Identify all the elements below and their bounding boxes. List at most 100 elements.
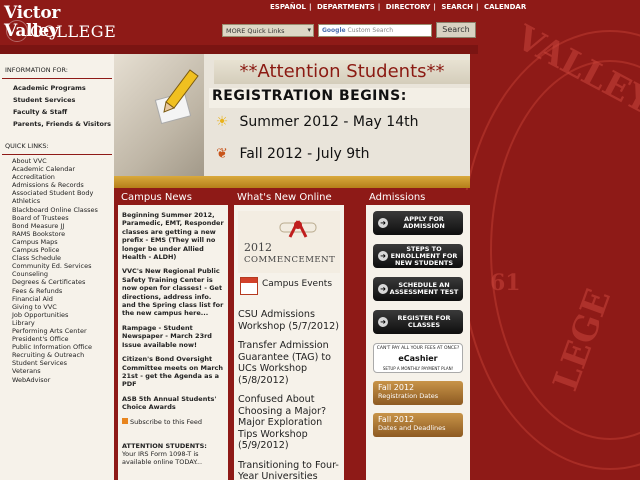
pencil-icon [154, 69, 199, 125]
news-item[interactable]: ASB 5th Annual Students' Choice Awards [122, 395, 224, 412]
quick-link[interactable]: WebAdvisor [0, 376, 114, 384]
quick-links-list: About VVC Academic Calendar Accreditatio… [0, 155, 114, 384]
rss-icon [122, 417, 128, 424]
search-placeholder: Custom Search [347, 27, 394, 34]
whats-new-heading: What's New Online [234, 190, 344, 205]
commencement-banner[interactable]: 2012 COMMENCEMENT [238, 211, 340, 273]
sidebar-link-faculty-staff[interactable]: Faculty & Staff [0, 106, 114, 118]
quick-links-select-label: MORE Quick Links [226, 27, 285, 35]
nav-link-search[interactable]: SEARCH [441, 3, 473, 11]
nav-link-calendar[interactable]: CALENDAR [484, 3, 526, 11]
commencement-label: COMMENCEMENT [244, 255, 336, 265]
quick-link[interactable]: Academic Calendar [0, 165, 114, 173]
campus-events-link[interactable]: Campus Events [238, 277, 340, 299]
quick-link[interactable]: Class Schedule [0, 254, 114, 262]
attention-students-heading: **Attention Students** [214, 60, 470, 84]
info-links: Academic Programs Student Services Facul… [0, 79, 114, 130]
fall-reg-subtitle: Registration Dates [378, 392, 439, 400]
fall-dates-deadlines-button[interactable]: Fall 2012 Dates and Deadlines [373, 413, 463, 437]
whats-new-column: What's New Online 2012 COMMENCEMENT Camp… [234, 190, 344, 480]
ecashier-name: eCashier [398, 354, 438, 363]
search-input[interactable]: Google Custom Search [318, 24, 432, 37]
quick-links-select[interactable]: MORE Quick Links ▾ [222, 24, 314, 37]
quick-link[interactable]: Blackboard Online Classes [0, 206, 114, 214]
sidebar-link-parents-friends[interactable]: Parents, Friends & Visitors [0, 118, 114, 130]
apply-for-admission-button[interactable]: ➜ APPLY FOR ADMISSION [373, 211, 463, 235]
news-item[interactable]: VVC's New Regional Public Safety Trainin… [122, 267, 224, 317]
event-item[interactable]: Confused About Choosing a Major? Major E… [238, 394, 340, 452]
background-year: 61 [490, 270, 521, 296]
fall-registration-dates-button[interactable]: Fall 2012 Registration Dates [373, 381, 463, 405]
search-button[interactable]: Search [436, 22, 476, 38]
quick-link[interactable]: Library [0, 319, 114, 327]
ecashier-top-text: CAN'T PAY ALL YOUR FEES AT ONCE? [376, 346, 460, 351]
campus-news-heading: Campus News [118, 190, 228, 205]
arrow-right-icon: ➜ [378, 317, 388, 327]
sun-icon: ☀ [215, 114, 229, 130]
quick-link[interactable]: Admissions & Records [0, 181, 114, 189]
quick-link[interactable]: Degrees & Certificates [0, 278, 114, 286]
sidebar-link-student-services[interactable]: Student Services [0, 94, 114, 106]
quick-link[interactable]: Veterans [0, 367, 114, 375]
admissions-heading: Admissions [366, 190, 470, 205]
summer-registration-row: ☀ Summer 2012 - May 14th [209, 114, 419, 130]
quick-link[interactable]: Performing Arts Center [0, 327, 114, 335]
quick-link[interactable]: Financial Aid [0, 295, 114, 303]
quick-link[interactable]: Community Ed. Services [0, 262, 114, 270]
ecashier-bottom-text: SETUP A MONTHLY PAYMENT PLAN! [382, 366, 454, 371]
fall-dead-subtitle: Dates and Deadlines [378, 424, 446, 432]
quick-link[interactable]: Bond Measure JJ [0, 222, 114, 230]
quick-link[interactable]: RAMS Bookstore [0, 230, 114, 238]
commencement-year: 2012 [244, 241, 272, 254]
nav-link-directory[interactable]: DIRECTORY [386, 3, 431, 11]
quick-link[interactable]: President's Office [0, 335, 114, 343]
event-item[interactable]: Transitioning to Four-Year Universities [238, 460, 340, 480]
steps-to-enrollment-button[interactable]: ➜ STEPS TO ENROLLMENT FOR NEW STUDENTS [373, 244, 463, 268]
fall-registration-row: ❦ Fall 2012 - July 9th [209, 146, 369, 162]
quick-link[interactable]: Public Information Office [0, 343, 114, 351]
news-item[interactable]: Rampage - Student Newspaper - March 23rd… [122, 324, 224, 349]
event-item[interactable]: CSU Admissions Workshop (5/7/2012) [238, 309, 340, 332]
banner-gold-bar [114, 176, 470, 188]
leaf-icon: ❦ [216, 146, 228, 162]
logo-text-college: COLLEGE [30, 22, 117, 41]
quick-link[interactable]: Student Services [0, 359, 114, 367]
register-for-classes-button[interactable]: ➜ REGISTER FOR CLASSES [373, 310, 463, 334]
info-heading: INFORMATION FOR: [2, 54, 112, 79]
quick-link[interactable]: Giving to VVC [0, 303, 114, 311]
quick-link[interactable]: Accreditation [0, 173, 114, 181]
fall-dead-title: Fall 2012 [378, 415, 415, 424]
event-item[interactable]: Transfer Admission Guarantee (TAG) to UC… [238, 340, 340, 386]
irs-form-notice[interactable]: Your IRS Form 1098-T is available online… [122, 450, 224, 466]
news-item[interactable]: Citizen's Bond Oversight Committee meets… [122, 355, 224, 389]
quick-link[interactable]: Counseling [0, 270, 114, 278]
quick-link[interactable]: Job Opportunities [0, 311, 114, 319]
rss-subscribe-link[interactable]: Subscribe to this Feed [122, 417, 224, 426]
college-logo[interactable]: Victor Valley COLLEGE [4, 4, 116, 44]
quick-link[interactable]: Recruiting & Outreach [0, 351, 114, 359]
left-sidebar: INFORMATION FOR: Academic Programs Stude… [0, 54, 114, 480]
quick-link[interactable]: Athletics [0, 197, 114, 205]
sidebar-link-academic-programs[interactable]: Academic Programs [0, 82, 114, 94]
quick-link[interactable]: Campus Police [0, 246, 114, 254]
background-seal: VALLEY LEGE 61 [460, 18, 640, 480]
summer-registration-text: Summer 2012 - May 14th [239, 114, 419, 130]
arrow-right-icon: ➜ [378, 251, 388, 261]
quick-link[interactable]: Associated Student Body [0, 189, 114, 197]
quick-link[interactable]: Campus Maps [0, 238, 114, 246]
calendar-icon [240, 277, 258, 295]
ecashier-button[interactable]: CAN'T PAY ALL YOUR FEES AT ONCE? eCashie… [373, 343, 463, 373]
quick-link[interactable]: Fees & Refunds [0, 287, 114, 295]
quick-link[interactable]: Board of Trustees [0, 214, 114, 222]
logo-seal-icon [6, 20, 28, 42]
quick-links-heading: QUICK LINKS: [2, 130, 112, 155]
quick-link[interactable]: About VVC [0, 157, 114, 165]
chevron-down-icon: ▾ [307, 26, 311, 34]
schedule-assessment-button[interactable]: ➜ SCHEDULE AN ASSESSMENT TEST [373, 277, 463, 301]
nav-link-espanol[interactable]: ESPAÑOL [270, 3, 306, 11]
fall-reg-title: Fall 2012 [378, 383, 415, 392]
registration-banner[interactable]: **Attention Students** REGISTRATION BEGI… [114, 54, 470, 188]
rss-label: Subscribe to this Feed [130, 417, 203, 426]
nav-link-departments[interactable]: DEPARTMENTS [317, 3, 375, 11]
news-item[interactable]: Beginning Summer 2012, Paramedic, EMT, R… [122, 211, 224, 261]
